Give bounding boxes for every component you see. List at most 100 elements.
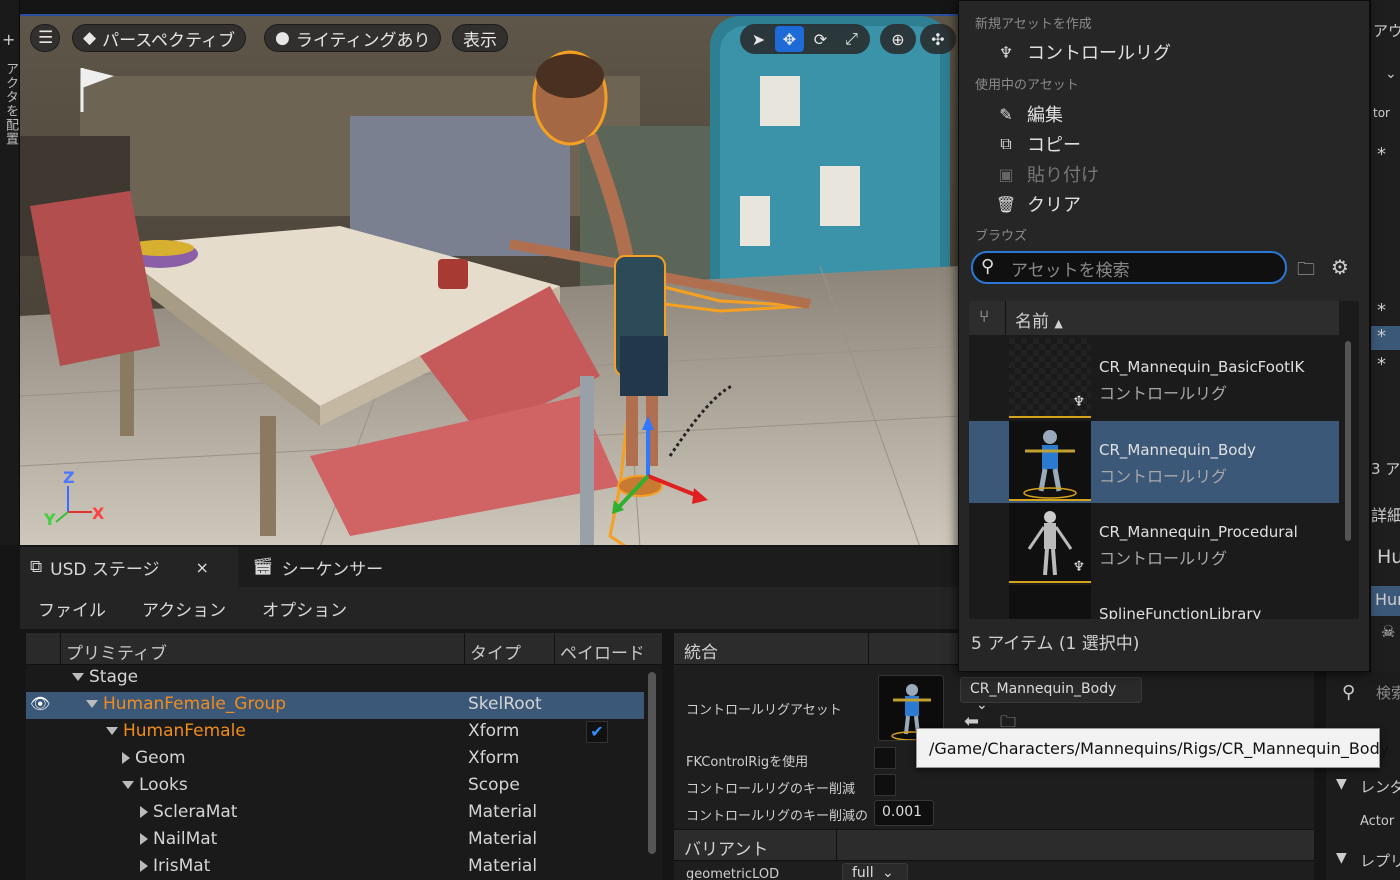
show-button[interactable]: 表示: [452, 24, 508, 52]
tree-row-name: HumanFemale: [123, 721, 246, 741]
geometric-lod-combo[interactable]: full ⌄: [842, 863, 908, 880]
tree-row-name: IrisMat: [153, 856, 211, 876]
tree-row[interactable]: ScleraMat Material: [26, 800, 644, 827]
branch-icon[interactable]: ⑂: [979, 307, 989, 327]
paste-item[interactable]: ▣ 貼り付け: [995, 161, 1099, 187]
asset-row[interactable]: SplineFunctionLibrary: [969, 585, 1339, 619]
section-current-asset: 使用中のアセット: [975, 78, 1079, 93]
selected-count-label: 3 ア: [1371, 460, 1400, 478]
close-icon[interactable]: ×: [196, 558, 209, 577]
geometric-lod-value: full: [852, 865, 874, 880]
asset-name: CR_Mannequin_BasicFootIK: [1099, 358, 1305, 376]
viewport-scene: [20, 16, 960, 545]
hamburger-icon: ☰: [38, 28, 54, 48]
column-payload[interactable]: ペイロード: [560, 639, 642, 664]
asset-thumbnail: [1009, 421, 1091, 501]
control-rig-asset-value: CR_Mannequin_Body: [970, 681, 1117, 697]
use-fk-rig-checkbox[interactable]: [874, 747, 896, 769]
tree-row[interactable]: Looks Scope: [26, 773, 644, 800]
column-name[interactable]: 名前 ▲: [1015, 307, 1063, 332]
world-local-toggle[interactable]: ⊕: [880, 24, 916, 54]
replication-section-label[interactable]: レプリ: [1360, 850, 1400, 871]
reduction-tolerance-field[interactable]: 0.001: [874, 800, 934, 826]
eye-icon[interactable]: 👁︎: [30, 694, 50, 713]
section-create-new: 新規アセットを作成: [975, 17, 1092, 32]
tree-scrollbar[interactable]: [648, 672, 656, 854]
select-tool-icon[interactable]: ➤: [744, 26, 773, 52]
asset-search-input[interactable]: ⚲ アセットを検索: [971, 251, 1287, 284]
details-search-label[interactable]: 検索: [1376, 682, 1400, 703]
copy-label: コピー: [1027, 135, 1081, 156]
tab-usd-stage[interactable]: ⧉ USD ステージ ×: [20, 547, 238, 587]
tree-row-name: ScleraMat: [153, 802, 238, 822]
actor-hidden-label: Actor: [1360, 814, 1395, 829]
outliner-tab-label[interactable]: アウ: [1373, 20, 1400, 41]
menu-file[interactable]: ファイル: [38, 596, 106, 621]
star-icon: *: [1371, 326, 1400, 350]
section-integration-label: 統合: [684, 643, 718, 663]
lighting-button[interactable]: ● ライティングあり: [264, 24, 442, 52]
asset-thumbnail: ♆: [1009, 503, 1091, 583]
asset-type: コントロールリグ: [1099, 549, 1228, 568]
tab-usd-stage-label: USD ステージ: [50, 559, 160, 580]
folder-icon[interactable]: 🗀︎: [1297, 257, 1315, 287]
asset-row[interactable]: ♆ CR_Mannequin_Procedural コントロールリグ: [969, 503, 1339, 585]
perspective-button[interactable]: ◆ パースペクティブ: [72, 24, 247, 52]
snap-toggle[interactable]: ✣: [920, 24, 956, 54]
asset-row[interactable]: ♆ CR_Mannequin_BasicFootIK コントロールリグ: [969, 338, 1339, 420]
tree-row-type: Material: [468, 829, 538, 849]
asset-list-scrollbar[interactable]: [1345, 341, 1351, 541]
asset-name: CR_Mannequin_Procedural: [1099, 523, 1298, 541]
geometric-lod-label: geometricLOD: [686, 867, 780, 880]
payload-checkbox[interactable]: ✔: [586, 721, 608, 743]
tree-row-name: Looks: [139, 775, 188, 795]
add-icon[interactable]: +: [2, 30, 15, 49]
tree-row[interactable]: NailMat Material: [26, 827, 644, 854]
column-primitive[interactable]: プリミティブ: [66, 639, 167, 664]
tab-sequencer[interactable]: 🎬︎ シーケンサー: [242, 547, 393, 587]
move-tool-icon[interactable]: ✥: [775, 26, 804, 52]
asset-thumbnail: [1009, 585, 1091, 619]
control-rig-icon: ♆: [998, 42, 1014, 62]
component-row-selected[interactable]: Hur: [1371, 586, 1400, 616]
tree-row-type: Xform: [468, 721, 520, 741]
clapperboard-icon: 🎬︎: [252, 557, 274, 577]
perspective-label: パースペクティブ: [102, 30, 236, 51]
scale-tool-icon[interactable]: ⤢: [837, 26, 866, 52]
menu-actions[interactable]: アクション: [142, 596, 226, 621]
tab-sequencer-label: シーケンサー: [281, 559, 384, 580]
tree-row-selected[interactable]: 👁︎ HumanFemale_Group SkelRoot: [26, 692, 644, 719]
lighting-sphere-icon: ●: [275, 28, 290, 48]
control-rig-asset-combo[interactable]: CR_Mannequin_Body ⌄: [960, 677, 1142, 713]
tree-row-name: NailMat: [153, 829, 218, 849]
clear-item[interactable]: 🗑︎ クリア: [995, 191, 1081, 217]
asset-row-selected[interactable]: CR_Mannequin_Body コントロールリグ: [969, 421, 1339, 503]
tree-row-type: Material: [468, 802, 538, 822]
copy-item[interactable]: ⧉ コピー: [995, 131, 1081, 157]
tree-row[interactable]: HumanFemale Xform ✔: [26, 719, 644, 746]
place-actors-strip[interactable]: + アクタを配置: [0, 0, 20, 545]
viewport-menu-button[interactable]: ☰: [30, 24, 60, 52]
tree-row[interactable]: IrisMat Material: [26, 854, 644, 880]
star-icon: *: [1377, 354, 1386, 375]
column-type[interactable]: タイプ: [470, 639, 521, 664]
asset-search-placeholder: アセットを検索: [1011, 261, 1130, 281]
actor-column-label: tor: [1373, 106, 1390, 120]
rendering-section-label[interactable]: レンダ: [1360, 776, 1400, 797]
menu-options[interactable]: オプション: [262, 596, 347, 621]
details-tab-label[interactable]: 詳細: [1371, 502, 1400, 526]
section-variant[interactable]: バリアント: [674, 829, 1314, 862]
trash-icon: 🗑︎: [995, 194, 1017, 214]
create-control-rig-item[interactable]: ♆ コントロールリグ: [995, 39, 1171, 65]
rotate-tool-icon[interactable]: ⟳: [806, 26, 835, 52]
asset-type: コントロールリグ: [1099, 467, 1228, 486]
gear-icon[interactable]: ⚙: [1331, 255, 1349, 279]
level-viewport[interactable]: ☰ ◆ パースペクティブ ● ライティングあり 表示 ➤ ✥ ⟳ ⤢ ⊕ ✣ Z…: [20, 14, 960, 545]
tree-row-name: Stage: [89, 667, 139, 687]
tree-row[interactable]: Stage: [26, 665, 644, 692]
asset-path-tooltip: /Game/Characters/Mannequins/Rigs/CR_Mann…: [916, 728, 1389, 768]
tree-row[interactable]: Geom Xform: [26, 746, 644, 773]
control-rig-icon: ♆: [1072, 394, 1085, 410]
edit-item[interactable]: ✎ 編集: [995, 101, 1063, 127]
reduce-keys-checkbox[interactable]: [874, 774, 896, 796]
